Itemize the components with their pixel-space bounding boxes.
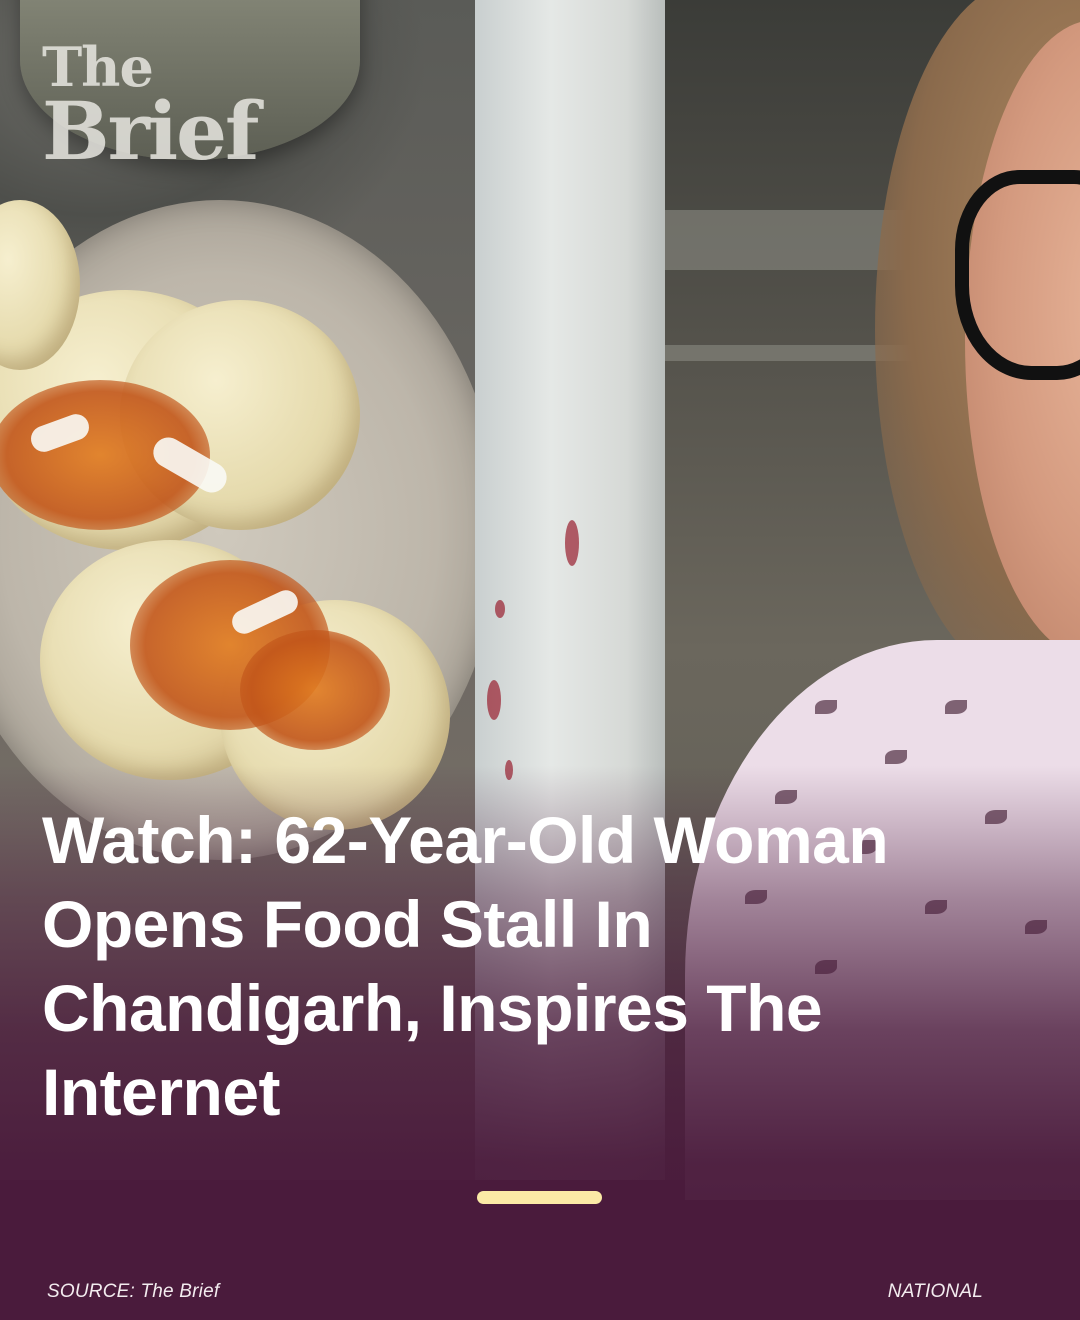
story-headline[interactable]: Watch: 62-Year-Old Woman Opens Food Stal… (42, 798, 942, 1134)
logo-word-brief: Brief (42, 84, 259, 179)
category-label[interactable]: NATIONAL (888, 1281, 983, 1303)
story-progress-indicator (477, 1191, 602, 1204)
source-credit: SOURCE: The Brief (47, 1281, 220, 1302)
story-card[interactable]: The Brief Watch: 62-Year-Old Woman Opens… (0, 0, 1080, 1320)
brand-logo: The Brief (42, 40, 259, 179)
